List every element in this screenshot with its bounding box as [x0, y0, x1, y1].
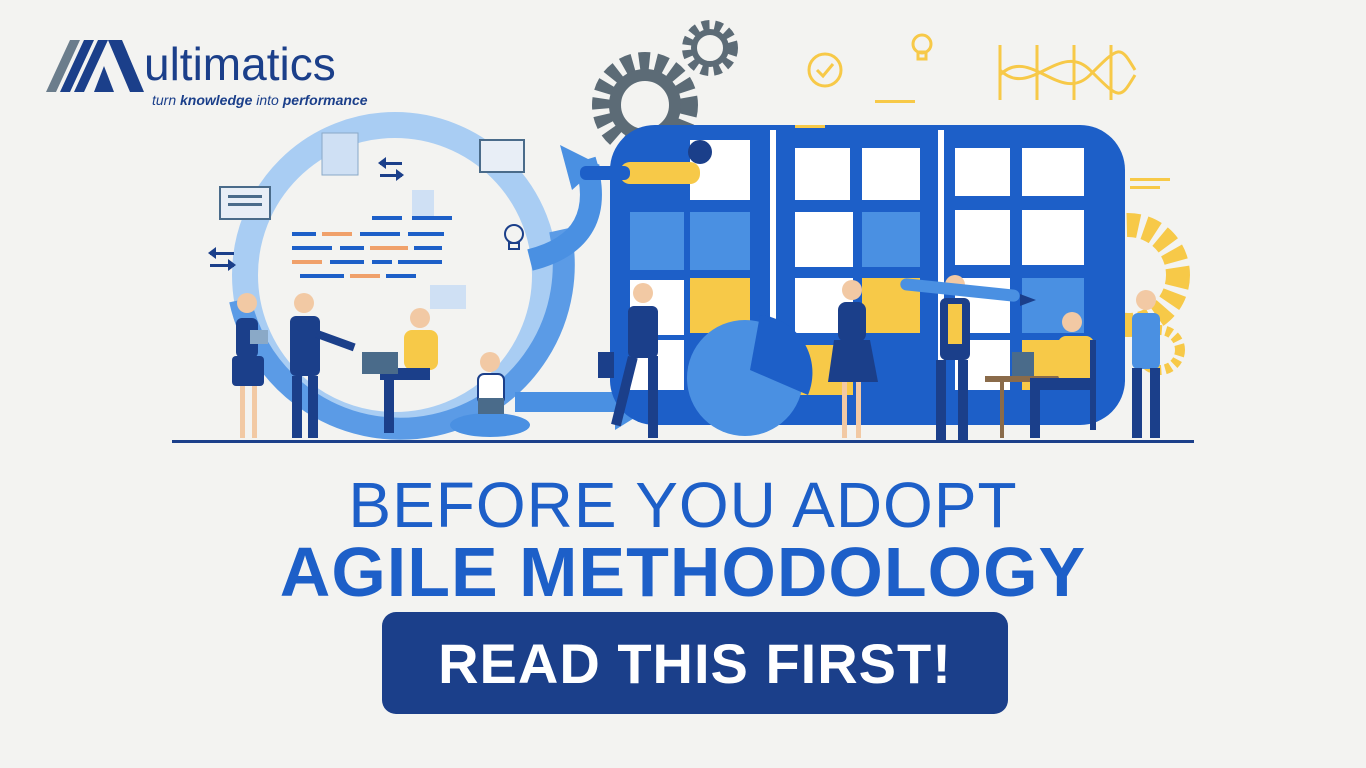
agile-team-illustration [172, 20, 1194, 443]
headline-line2: AGILE METHODOLOGY [279, 533, 1087, 611]
clock-icon [807, 52, 843, 88]
lightbulb-icon [504, 224, 524, 250]
wave-chart-icon [998, 45, 1137, 100]
cta-label: READ THIS FIRST! [438, 631, 952, 695]
flow-lines [292, 216, 452, 278]
chat-bubble [430, 285, 466, 309]
headline-line1: BEFORE YOU ADOPT [348, 469, 1018, 541]
lightbulb-icon [911, 33, 933, 61]
read-this-first-button[interactable]: READ THIS FIRST! [382, 612, 1008, 714]
